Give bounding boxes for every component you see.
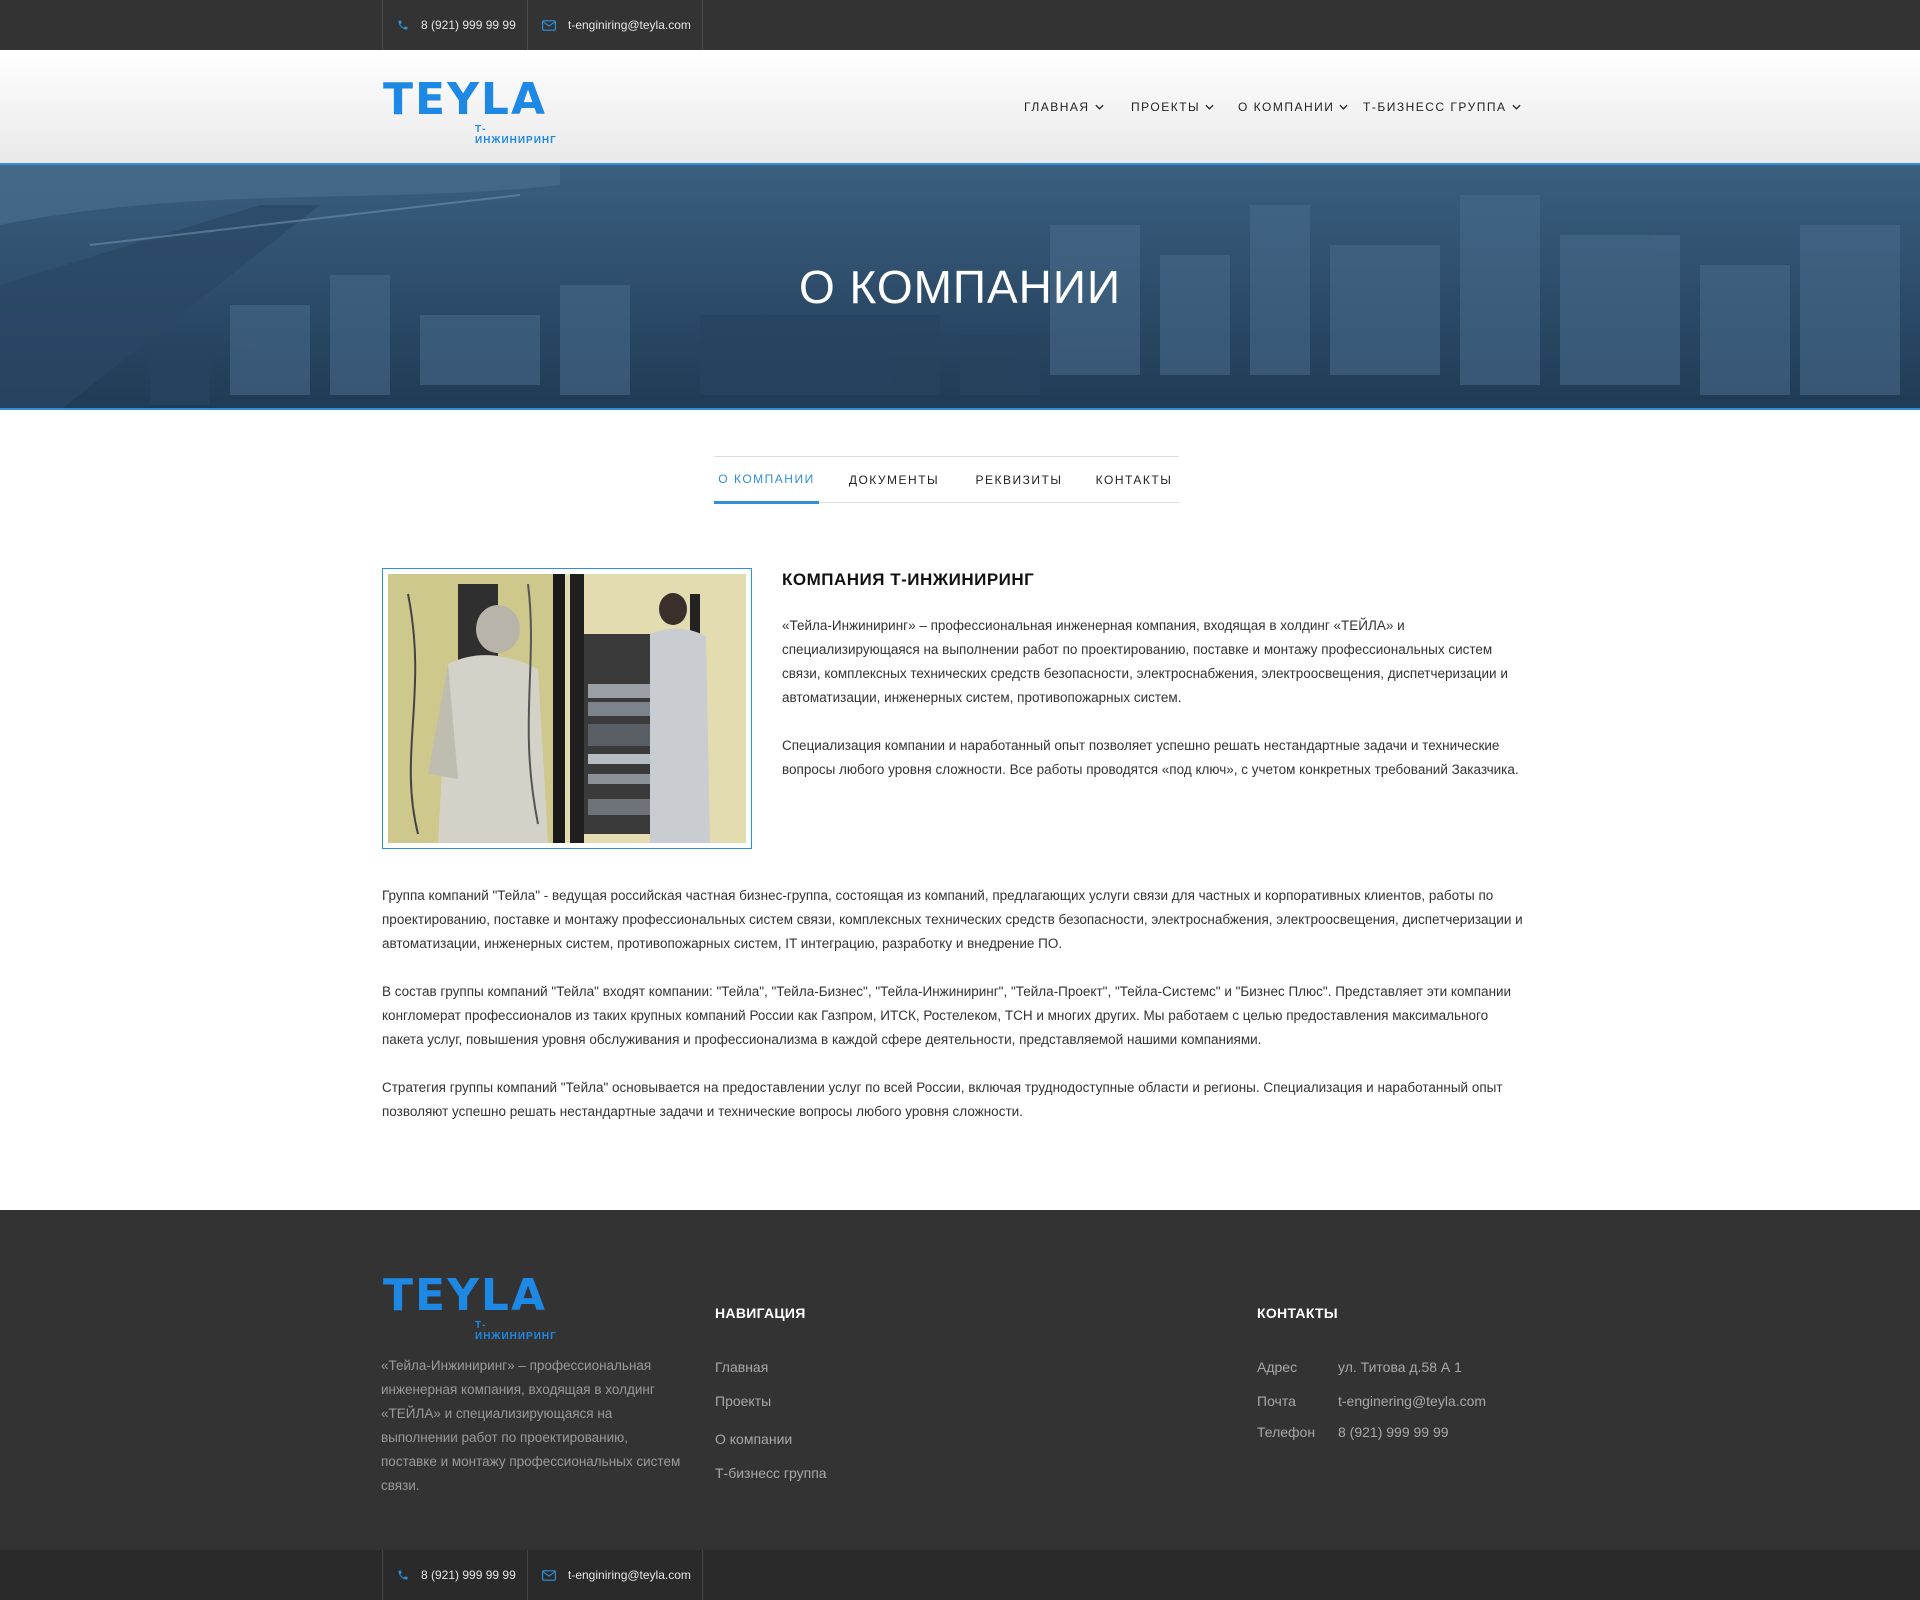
- tab-label: КОНТАКТЫ: [1095, 473, 1173, 487]
- topbar-email[interactable]: t-enginiring@teyla.com: [527, 0, 703, 50]
- contact-address-value: ул. Титова д.58 А 1: [1338, 1359, 1462, 1375]
- nav-item-label: ПРОЕКТЫ: [1131, 100, 1201, 114]
- topbar-email-text: t-enginiring@teyla.com: [568, 18, 691, 32]
- company-photo: [382, 568, 752, 849]
- site-footer: TEYLA Т-ИНЖИНИРИНГ «Тейла-Инжиниринг» – …: [0, 1210, 1920, 1550]
- footer-nav-title: НАВИГАЦИЯ: [715, 1305, 806, 1321]
- page-hero: О КОМПАНИИ: [0, 165, 1920, 410]
- nav-item-business-group[interactable]: Т-БИЗНЕСС ГРУППА: [1363, 100, 1521, 114]
- site-logo[interactable]: TEYLA Т-ИНЖИНИРИНГ: [383, 74, 563, 147]
- site-header: TEYLA Т-ИНЖИНИРИНГ ГЛАВНАЯ ПРОЕКТЫ О КОМ…: [0, 50, 1920, 165]
- chevron-down-icon: [1339, 104, 1348, 110]
- phone-icon: [398, 20, 408, 30]
- bottombar-phone-text: 8 (921) 999 99 99: [421, 1568, 516, 1582]
- logo-subtitle: Т-ИНЖИНИРИНГ: [475, 124, 557, 146]
- page-title: О КОМПАНИИ: [798, 261, 1122, 313]
- bottombar-phone[interactable]: 8 (921) 999 99 99: [382, 1550, 528, 1600]
- about-paragraph-3: Группа компаний "Тейла" - ведущая россий…: [382, 888, 1523, 951]
- contact-email-label: Почта: [1257, 1393, 1296, 1409]
- phone-icon: [398, 1570, 408, 1580]
- bottombar-email[interactable]: t-enginiring@teyla.com: [527, 1550, 703, 1600]
- chevron-down-icon: [1205, 104, 1214, 110]
- logo-subtitle: Т-ИНЖИНИРИНГ: [475, 1320, 557, 1342]
- footer-link-business-group[interactable]: Т-бизнесс группа: [715, 1465, 827, 1481]
- nav-item-label: О КОМПАНИИ: [1238, 100, 1335, 114]
- footer-link-projects[interactable]: Проекты: [715, 1393, 771, 1409]
- bottombar-email-text: t-enginiring@teyla.com: [568, 1568, 691, 1582]
- tab-requisites[interactable]: РЕКВИЗИТЫ: [964, 457, 1074, 503]
- nav-item-main[interactable]: ГЛАВНАЯ: [1024, 100, 1104, 114]
- topbar-phone[interactable]: 8 (921) 999 99 99: [382, 0, 528, 50]
- server-room-image: [388, 574, 746, 843]
- about-paragraph-1: «Тейла-Инжиниринг» – профессиональная ин…: [782, 618, 1508, 705]
- logo-word: TEYLA: [383, 1270, 548, 1321]
- mail-icon: [542, 19, 556, 31]
- top-bar: 8 (921) 999 99 99 t-enginiring@teyla.com: [0, 0, 1920, 50]
- nav-item-about[interactable]: О КОМПАНИИ: [1238, 100, 1348, 114]
- tab-label: О КОМПАНИИ: [718, 472, 815, 486]
- logo-word: TEYLA: [383, 74, 548, 125]
- nav-item-label: Т-БИЗНЕСС ГРУППА: [1363, 100, 1507, 114]
- nav-item-label: ГЛАВНАЯ: [1024, 100, 1090, 114]
- about-paragraph-2: Специализация компании и наработанный оп…: [782, 738, 1519, 777]
- footer-logo[interactable]: TEYLA Т-ИНЖИНИРИНГ: [383, 1270, 563, 1343]
- chevron-down-icon: [1094, 104, 1104, 110]
- about-paragraph-4: В состав группы компаний "Тейла" входят …: [382, 984, 1512, 1047]
- contact-email-value[interactable]: t-enginering@teyla.com: [1338, 1393, 1486, 1409]
- contact-phone-label: Телефон: [1257, 1424, 1316, 1440]
- mail-icon: [542, 1569, 556, 1581]
- tab-documents[interactable]: ДОКУМЕНТЫ: [839, 457, 949, 503]
- footer-description: «Тейла-Инжиниринг» – профессиональная ин…: [381, 1358, 681, 1493]
- chevron-down-icon: [1511, 104, 1521, 110]
- tab-label: ДОКУМЕНТЫ: [848, 473, 940, 487]
- nav-item-projects[interactable]: ПРОЕКТЫ: [1131, 100, 1214, 114]
- contact-address-label: Адрес: [1257, 1359, 1298, 1375]
- contact-phone-value[interactable]: 8 (921) 999 99 99: [1338, 1424, 1449, 1440]
- footer-link-about[interactable]: О компании: [715, 1431, 792, 1447]
- topbar-phone-text: 8 (921) 999 99 99: [421, 18, 516, 32]
- about-tabs: О КОМПАНИИ ДОКУМЕНТЫ РЕКВИЗИТЫ КОНТАКТЫ: [714, 456, 1179, 504]
- bottom-bar: 8 (921) 999 99 99 t-enginiring@teyla.com: [0, 1550, 1920, 1600]
- tab-about[interactable]: О КОМПАНИИ: [714, 457, 819, 504]
- company-heading: КОМПАНИЯ Т-ИНЖИНИРИНГ: [782, 570, 1035, 589]
- footer-contacts-title: КОНТАКТЫ: [1257, 1305, 1338, 1321]
- footer-link-main[interactable]: Главная: [715, 1359, 768, 1375]
- about-paragraph-5: Стратегия группы компаний "Тейла" основы…: [382, 1080, 1503, 1119]
- tab-label: РЕКВИЗИТЫ: [975, 473, 1063, 487]
- tab-contacts[interactable]: КОНТАКТЫ: [1089, 457, 1179, 503]
